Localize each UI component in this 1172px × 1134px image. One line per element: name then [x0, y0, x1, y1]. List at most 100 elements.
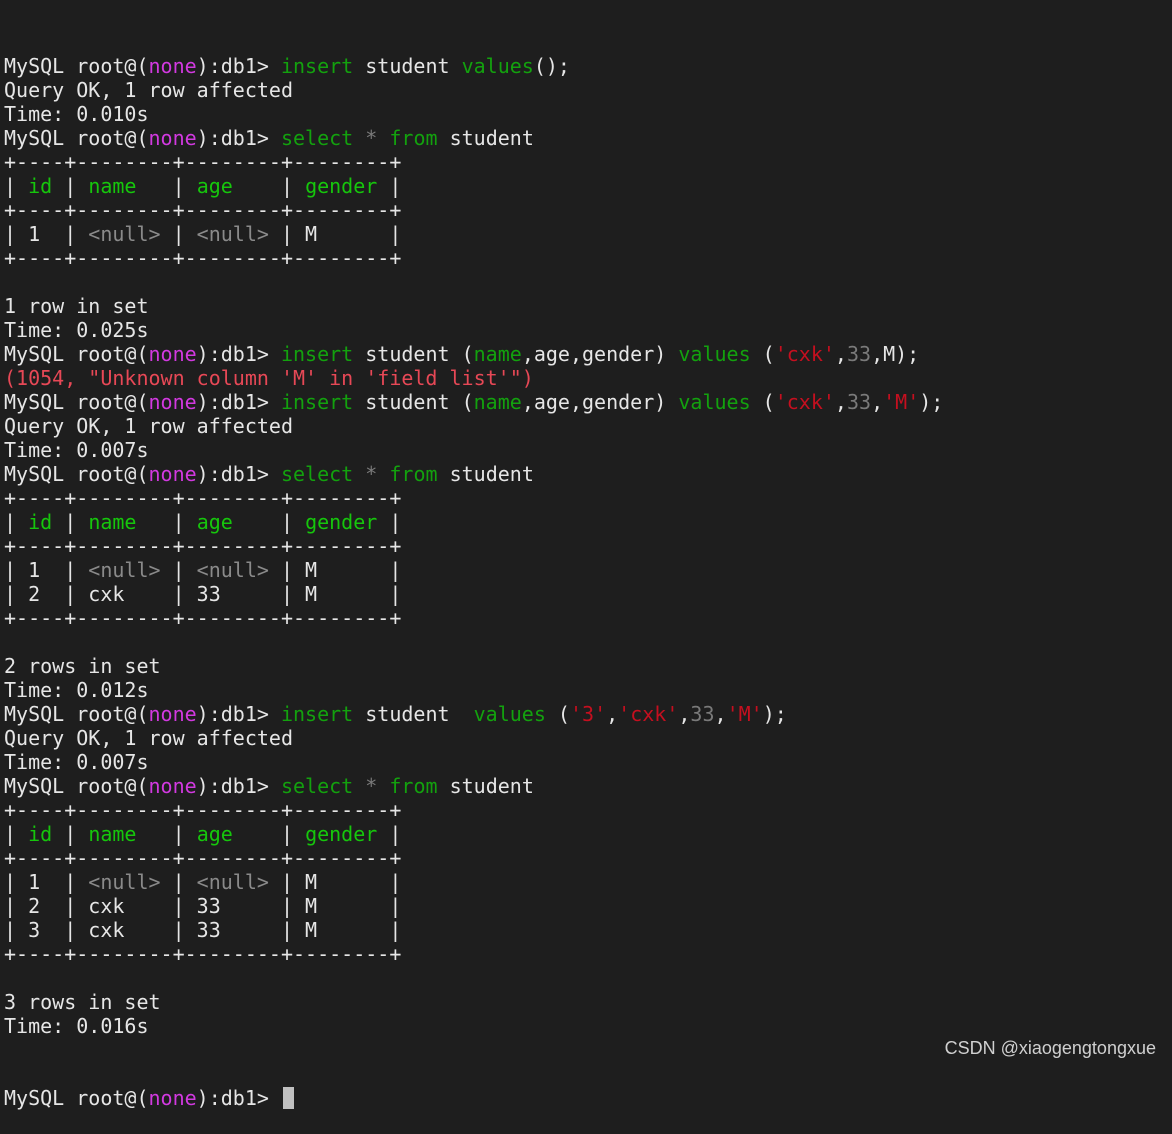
- terminal-text-segment: ,: [715, 702, 727, 726]
- terminal-text-segment: MySQL root@(: [4, 774, 149, 798]
- terminal-text-segment: ,: [835, 342, 847, 366]
- terminal-text-segment: | 1 |: [4, 222, 88, 246]
- terminal-line: [4, 630, 1164, 654]
- terminal-text-segment: <null>: [197, 870, 269, 894]
- terminal-text-segment: ();: [534, 54, 570, 78]
- terminal-text-segment: +----+--------+--------+--------+: [4, 486, 401, 510]
- terminal-line: (1054, "Unknown column 'M' in 'field lis…: [4, 366, 1164, 390]
- terminal-text-segment: +----+--------+--------+--------+: [4, 150, 401, 174]
- terminal-text-segment: Time: 0.025s: [4, 318, 149, 342]
- terminal-text-segment: +----+--------+--------+--------+: [4, 534, 401, 558]
- terminal-text-segment: ):db1>: [197, 462, 281, 486]
- terminal-text-segment: Time: 0.016s: [4, 1014, 149, 1038]
- terminal-text-segment: age: [197, 822, 269, 846]
- terminal-text-segment: select: [281, 126, 353, 150]
- terminal-text-segment: |: [377, 510, 401, 534]
- terminal-text-segment: ):db1>: [197, 774, 281, 798]
- terminal-text-segment: |: [52, 510, 88, 534]
- prompt-host: none: [149, 1086, 197, 1110]
- terminal-line: +----+--------+--------+--------+: [4, 942, 1164, 966]
- terminal-text-segment: ):db1>: [197, 390, 281, 414]
- terminal-output[interactable]: MySQL root@(none):db1> insert student va…: [4, 6, 1164, 1016]
- terminal-text-segment: 'M': [727, 702, 763, 726]
- terminal-text-segment: (1054, "Unknown column 'M' in 'field lis…: [4, 366, 534, 390]
- terminal-line: Time: 0.025s: [4, 318, 1164, 342]
- terminal-text-segment: insert: [281, 342, 353, 366]
- terminal-text-segment: name: [474, 342, 522, 366]
- terminal-text-segment: |: [377, 174, 401, 198]
- terminal-text-segment: |: [269, 822, 305, 846]
- terminal-text-segment: student: [438, 126, 534, 150]
- terminal-line: Query OK, 1 row affected: [4, 414, 1164, 438]
- terminal-text-segment: +----+--------+--------+--------+: [4, 246, 401, 270]
- terminal-text-segment: |: [269, 174, 305, 198]
- terminal-text-segment: 'cxk': [775, 390, 835, 414]
- terminal-text-segment: ,: [835, 390, 847, 414]
- terminal-text-segment: Time: 0.007s: [4, 750, 149, 774]
- terminal-text-segment: none: [149, 126, 197, 150]
- terminal-line: Time: 0.007s: [4, 438, 1164, 462]
- terminal-text-segment: ,M);: [871, 342, 919, 366]
- terminal-text-segment: |: [4, 510, 28, 534]
- terminal-text-segment: Time: 0.007s: [4, 438, 149, 462]
- terminal-text-segment: );: [763, 702, 787, 726]
- terminal-text-segment: 3 rows in set: [4, 990, 161, 1014]
- terminal-text-segment: |: [161, 558, 197, 582]
- terminal-text-segment: ):db1>: [197, 702, 281, 726]
- terminal-text-segment: none: [149, 702, 197, 726]
- terminal-line: | id | name | age | gender |: [4, 822, 1164, 846]
- terminal-text-segment: 'M': [883, 390, 919, 414]
- terminal-text-segment: student: [438, 462, 534, 486]
- terminal-text-segment: 33: [847, 390, 871, 414]
- terminal-text-segment: select: [281, 774, 353, 798]
- terminal-text-segment: (: [546, 702, 570, 726]
- terminal-text-segment: +----+--------+--------+--------+: [4, 798, 401, 822]
- terminal-text-segment: ,: [678, 702, 690, 726]
- terminal-text-segment: 1 row in set: [4, 294, 149, 318]
- terminal-text-segment: Query OK, 1 row affected: [4, 414, 293, 438]
- terminal-line: +----+--------+--------+--------+: [4, 534, 1164, 558]
- terminal-text-segment: values: [474, 702, 546, 726]
- terminal-text-segment: 'cxk': [775, 342, 835, 366]
- terminal-text-segment: [353, 462, 365, 486]
- terminal-text-segment: name: [88, 822, 160, 846]
- terminal-line: 2 rows in set: [4, 654, 1164, 678]
- terminal-text-segment: name: [88, 510, 160, 534]
- terminal-text-segment: id: [28, 510, 52, 534]
- terminal-text-segment: id: [28, 174, 52, 198]
- terminal-line: +----+--------+--------+--------+: [4, 486, 1164, 510]
- terminal-text-segment: | 3 | cxk | 33 | M |: [4, 918, 401, 942]
- terminal-text-segment: *: [365, 462, 377, 486]
- terminal-line: | 1 | <null> | <null> | M |: [4, 222, 1164, 246]
- terminal-text-segment: |: [161, 870, 197, 894]
- terminal-text-segment: [377, 126, 389, 150]
- terminal-text-segment: );: [919, 390, 943, 414]
- terminal-text-segment: |: [161, 222, 197, 246]
- terminal-line: [4, 966, 1164, 990]
- terminal-line: MySQL root@(none):db1> select * from stu…: [4, 126, 1164, 150]
- terminal-line: [4, 270, 1164, 294]
- terminal-text-segment: MySQL root@(: [4, 342, 149, 366]
- terminal-text-segment: |: [4, 174, 28, 198]
- terminal-line: Query OK, 1 row affected: [4, 78, 1164, 102]
- terminal-text-segment: none: [149, 342, 197, 366]
- terminal-text-segment: values: [462, 54, 534, 78]
- terminal-text-segment: student: [353, 702, 473, 726]
- terminal-text-segment: ):db1>: [197, 126, 281, 150]
- terminal-text-segment: | 2 | cxk | 33 | M |: [4, 582, 401, 606]
- terminal-text-segment: 33: [690, 702, 714, 726]
- terminal-text-segment: +----+--------+--------+--------+: [4, 942, 401, 966]
- terminal-line: MySQL root@(none):db1> select * from stu…: [4, 462, 1164, 486]
- terminal-prompt-line[interactable]: MySQL root@(none):db1>: [4, 1086, 1164, 1110]
- terminal-text-segment: 2 rows in set: [4, 654, 161, 678]
- terminal-text-segment: MySQL root@(: [4, 390, 149, 414]
- terminal-text-segment: none: [149, 462, 197, 486]
- terminal-text-segment: | M |: [269, 558, 401, 582]
- terminal-text-segment: <null>: [88, 870, 160, 894]
- terminal-text-segment: student: [438, 774, 534, 798]
- terminal-text-segment: |: [161, 174, 197, 198]
- terminal-text-segment: values: [678, 390, 750, 414]
- terminal-text-segment: ):db1>: [197, 342, 281, 366]
- terminal-text-segment: insert: [281, 702, 353, 726]
- terminal-text-segment: Query OK, 1 row affected: [4, 726, 293, 750]
